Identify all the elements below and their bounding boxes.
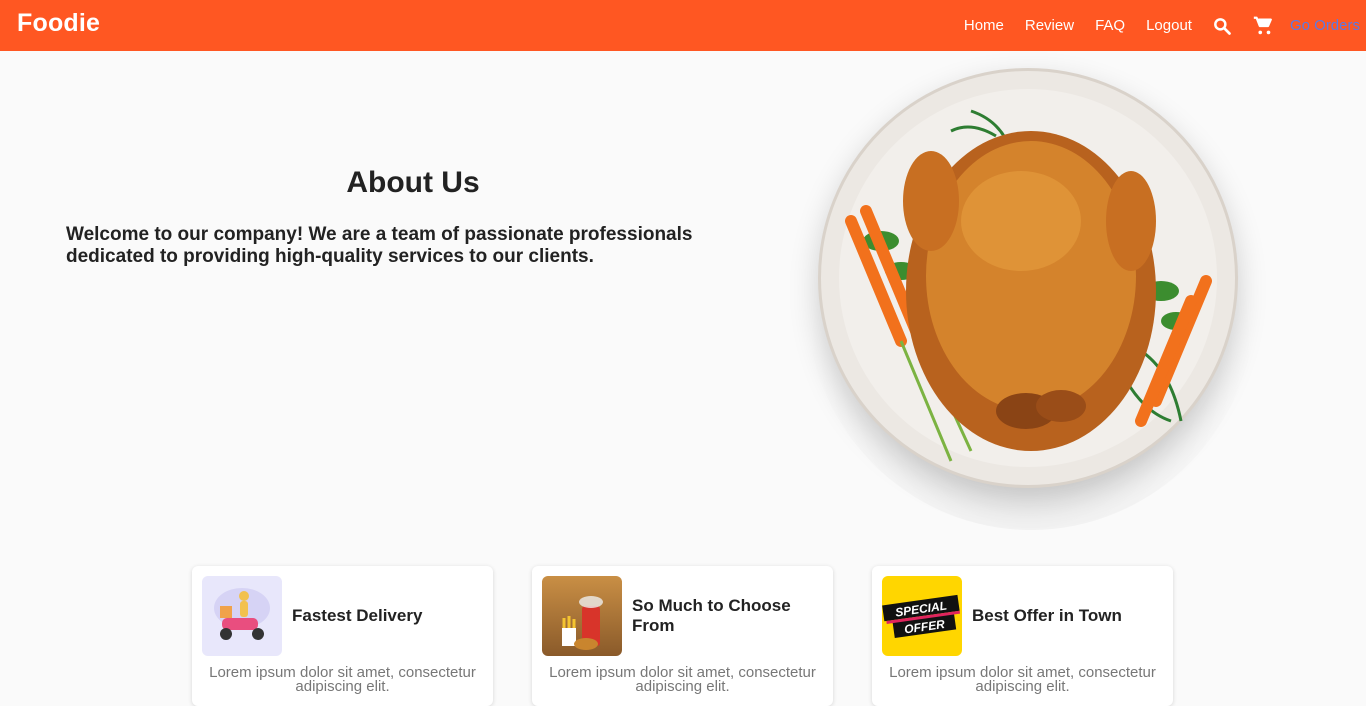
special-offer-badge: SPECIAL OFFER [882,576,962,656]
go-orders-link[interactable]: Go Orders [1290,17,1360,34]
about-title: About Us [346,166,480,199]
nav-logout-link[interactable]: Logout [1146,17,1192,34]
feature-description: Lorem ipsum dolor sit amet, consectetur … [549,664,816,695]
top-navbar: Foodie Home Review FAQ Logout Go Orders [0,0,1366,51]
feature-card: So Much to Choose From Lorem ipsum dolor… [532,566,833,706]
feature-title: So Much to Choose From [632,596,791,635]
feature-card: SPECIAL OFFER Best Offer in Town Lorem i… [872,566,1173,706]
about-description: Welcome to our company! We are a team of… [66,224,693,267]
brand-logo[interactable]: Foodie [17,9,100,38]
nav-review-link[interactable]: Review [1025,17,1074,34]
search-icon[interactable] [1212,16,1232,36]
feature-card: Fastest Delivery Lorem ipsum dolor sit a… [192,566,493,706]
feature-title: Best Offer in Town [972,606,1122,625]
cart-icon[interactable] [1252,15,1274,37]
fast-food-icon [542,576,622,656]
roast-chicken-image [818,68,1238,488]
nav-home-link[interactable]: Home [964,17,1004,34]
nav-links: Home Review FAQ Logout Go Orders [943,0,1360,51]
feature-description: Lorem ipsum dolor sit amet, consectetur … [209,664,476,695]
feature-description: Lorem ipsum dolor sit amet, consectetur … [889,664,1156,695]
feature-title: Fastest Delivery [292,606,423,625]
nav-faq-link[interactable]: FAQ [1095,17,1125,34]
delivery-scooter-icon [202,576,282,656]
